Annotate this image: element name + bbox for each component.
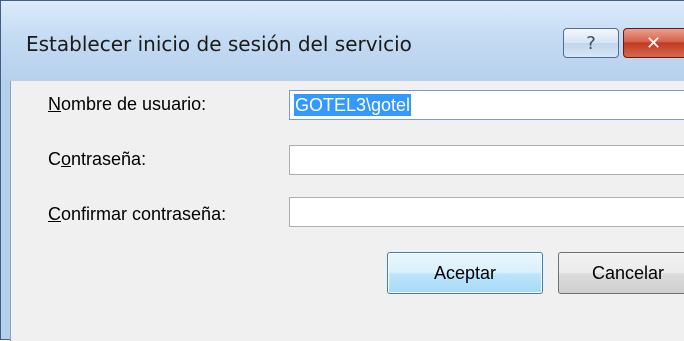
title-bar[interactable]: Establecer inicio de sesión del servicio… (1, 1, 684, 81)
confirm-password-label: Confirmar contraseña: (48, 204, 227, 224)
service-logon-dialog: Establecer inicio de sesión del servicio… (0, 0, 684, 341)
username-accelerator: N (48, 94, 61, 114)
cancel-button-label: Cancelar (591, 262, 665, 283)
username-field[interactable]: GOTEL3\gotel (289, 90, 684, 120)
ok-button[interactable]: Aceptar (387, 252, 543, 294)
dialog-title: Establecer inicio de sesión del servicio (26, 32, 412, 56)
confirm-password-accelerator: C (48, 204, 61, 224)
password-field[interactable] (289, 145, 684, 175)
password-label: Contraseña: (48, 149, 147, 169)
close-button[interactable]: ✕ (623, 28, 684, 58)
cancel-button[interactable]: Cancelar (558, 252, 684, 294)
username-value: GOTEL3\gotel (294, 94, 412, 116)
close-icon: ✕ (646, 32, 662, 54)
help-button[interactable]: ? (563, 28, 619, 58)
username-label: Nombre de usuario: (48, 94, 207, 114)
help-icon: ? (586, 32, 596, 54)
dialog-body: Nombre de usuario: GOTEL3\gotel Contrase… (10, 81, 684, 341)
ok-button-label: Aceptar (433, 262, 497, 283)
password-accelerator: o (61, 149, 72, 169)
confirm-password-field[interactable] (289, 197, 684, 227)
